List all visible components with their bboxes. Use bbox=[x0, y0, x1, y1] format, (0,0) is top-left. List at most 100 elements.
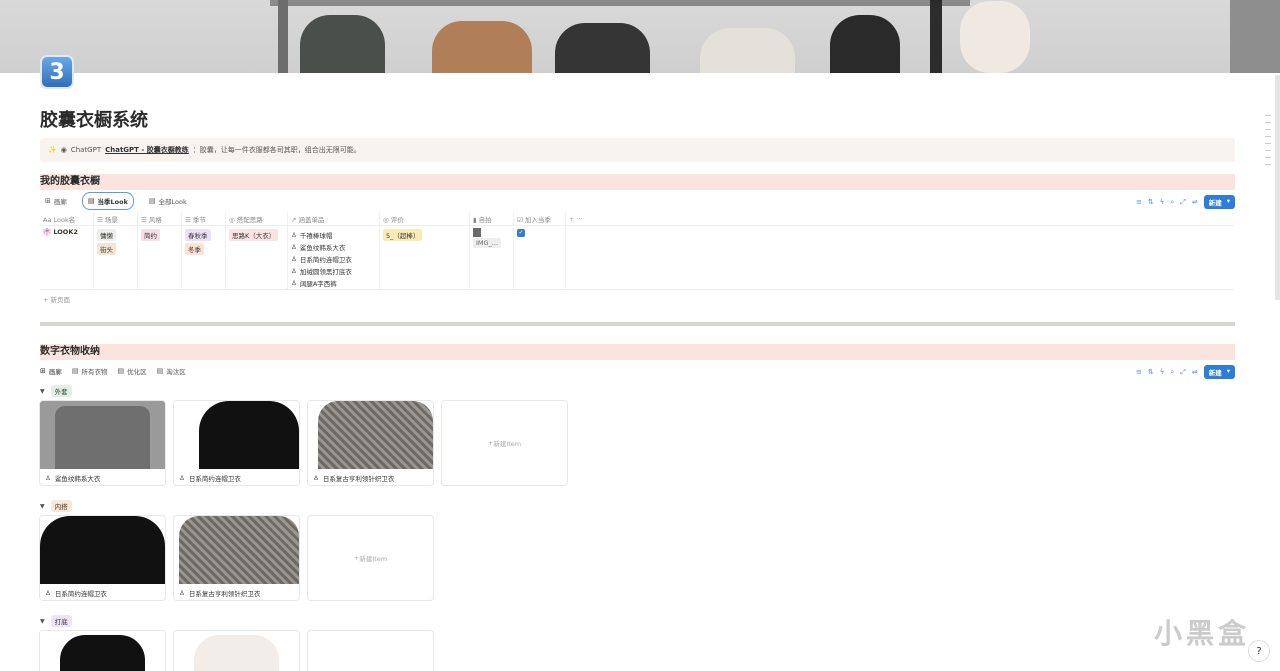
tab-optimize[interactable]: ▤ 优化区 bbox=[118, 363, 147, 379]
collapse-triangle-icon[interactable]: ▼ bbox=[40, 503, 45, 510]
col-selfie[interactable]: ▮ 自拍 bbox=[470, 211, 514, 226]
hanger-icon: ♙ bbox=[291, 243, 297, 251]
rating-cell[interactable]: 5_（超棒） bbox=[380, 226, 470, 289]
item-ref[interactable]: ♙ 鲨鱼纹韩系大衣 bbox=[291, 242, 376, 252]
grid-icon: ⊞ bbox=[45, 197, 51, 205]
col-items[interactable]: ↗ 涵盖单品 bbox=[288, 211, 380, 226]
clothing-card[interactable]: ♙ 日系简约连帽卫衣 bbox=[173, 400, 300, 486]
col-rating[interactable]: ◎ 评价 bbox=[380, 211, 470, 226]
table-icon: ▤ bbox=[87, 197, 95, 205]
filter-icon[interactable]: ≡ bbox=[1136, 368, 1142, 376]
storage-heading: 数字衣物收纳 bbox=[40, 344, 1235, 360]
cover-image bbox=[0, 0, 1280, 73]
style-cell[interactable]: 简约 bbox=[138, 226, 182, 289]
filter-icon[interactable]: ≡ bbox=[1136, 198, 1142, 206]
circle-icon: ◎ bbox=[229, 215, 237, 224]
idea-cell[interactable]: 思路K（大衣） bbox=[226, 226, 288, 289]
col-scene[interactable]: ☰ 场景 bbox=[94, 211, 138, 226]
col-in-season[interactable]: ☑ 加入当季 bbox=[514, 211, 566, 226]
sort-icon[interactable]: ⇅ bbox=[1148, 368, 1154, 376]
item-ref[interactable]: ♙ 千禧棒球帽 bbox=[291, 230, 376, 240]
lightning-icon[interactable]: ϟ bbox=[1160, 198, 1165, 206]
settings-icon[interactable]: ⇌ bbox=[1192, 198, 1198, 206]
new-item-card[interactable]: + 新建Item bbox=[441, 400, 568, 486]
in-season-cell[interactable]: ✓ bbox=[514, 226, 566, 289]
card-image bbox=[308, 401, 433, 469]
tab-current-look[interactable]: ▤ 当季Look bbox=[81, 192, 134, 210]
search-icon[interactable]: ⌕ bbox=[1170, 368, 1174, 377]
clothing-card[interactable] bbox=[173, 630, 300, 671]
ai-label: ChatGPT bbox=[70, 146, 102, 154]
selfie-thumbnail[interactable] bbox=[473, 228, 481, 237]
collapse-triangle-icon[interactable]: ▼ bbox=[40, 618, 45, 625]
item-ref[interactable]: ♙ 加绒圆领黑打底衣 bbox=[291, 266, 376, 276]
items-cell[interactable]: ♙ 千禧棒球帽 ♙ 鲨鱼纹韩系大衣 ♙ 日系简约连帽卫衣 ♙ 加绒圆领黑打底衣 ♙ 阔腿A… bbox=[288, 226, 380, 289]
tab-eliminate[interactable]: ▤ 淘汰区 bbox=[157, 363, 186, 379]
expand-icon[interactable]: ⤢ bbox=[1180, 198, 1186, 207]
col-style[interactable]: ☰ 风格 bbox=[138, 211, 182, 226]
wardrobe-heading: 我的胶囊衣橱 bbox=[40, 174, 1235, 190]
clothing-card[interactable]: ♙ 日系复古亨利领针织卫衣 bbox=[307, 400, 434, 486]
list-icon: ☰ bbox=[97, 215, 105, 224]
card-image bbox=[40, 401, 165, 469]
collapse-triangle-icon[interactable]: ▼ bbox=[40, 388, 45, 395]
outline-marks[interactable] bbox=[1265, 115, 1271, 165]
ai-icon: ◉ bbox=[60, 146, 67, 154]
scrollbar[interactable] bbox=[1275, 75, 1280, 300]
hanger-icon: ♙ bbox=[291, 231, 297, 239]
hanger-icon: ♙ bbox=[291, 279, 297, 287]
new-button[interactable]: 新建 ▾ bbox=[1203, 195, 1235, 209]
group-header[interactable]: ▼ 内搭 bbox=[40, 500, 72, 512]
checkbox-icon: ☑ bbox=[517, 215, 525, 224]
season-cell[interactable]: 春秋季 冬季 bbox=[182, 226, 226, 289]
watermark: 小黑盒 bbox=[1153, 617, 1250, 650]
page-emoji[interactable]: 3 bbox=[40, 55, 74, 89]
settings-icon[interactable]: ⇌ bbox=[1192, 368, 1198, 376]
new-button[interactable]: 新建 ▾ bbox=[1203, 365, 1235, 379]
tab-gallery[interactable]: ⊞ 画廊 bbox=[40, 193, 72, 209]
hanger-icon: ♙ bbox=[179, 589, 185, 597]
chevron-down-icon: ▾ bbox=[1226, 367, 1230, 375]
clothing-card[interactable]: ♙ 日系简约连帽卫衣 bbox=[39, 515, 166, 601]
callout-text: ：胶囊，让每一件衣服都各司其职，组合出无限可能。 bbox=[192, 146, 361, 154]
look-name-cell[interactable]: 👘 LOOK2 bbox=[40, 226, 94, 289]
clothing-card[interactable] bbox=[39, 630, 166, 671]
add-column-button[interactable]: + ··· bbox=[566, 213, 606, 225]
sort-icon[interactable]: ⇅ bbox=[1148, 198, 1154, 206]
list-icon: ☰ bbox=[141, 215, 149, 224]
clothing-card[interactable]: ♙ 日系复古亨利领针织卫衣 bbox=[173, 515, 300, 601]
col-idea[interactable]: ◎ 搭配思路 bbox=[226, 211, 288, 226]
table-header: Aa Look名 ☰ 场景 ☰ 风格 ☰ 季节 ◎ 搭配思路 ↗ 涵盖单品 ◎ … bbox=[40, 211, 1235, 226]
table-icon: ▤ bbox=[148, 197, 156, 205]
selfie-cell[interactable]: IMG_... bbox=[470, 226, 514, 289]
checkbox-checked[interactable]: ✓ bbox=[517, 229, 525, 237]
item-ref[interactable]: ♙ 阔腿A字西裤 bbox=[291, 278, 376, 288]
search-icon[interactable]: ⌕ bbox=[1170, 198, 1174, 207]
card-image bbox=[40, 631, 165, 671]
section-divider bbox=[40, 322, 1235, 326]
new-page-button[interactable]: + 新页面 bbox=[40, 294, 1235, 304]
help-icon[interactable]: ? bbox=[1248, 640, 1270, 662]
tab-gallery[interactable]: ⊞ 画廊 bbox=[40, 363, 62, 379]
col-look-name[interactable]: Aa Look名 bbox=[40, 211, 94, 226]
item-ref[interactable]: ♙ 日系简约连帽卫衣 bbox=[291, 254, 376, 264]
col-season[interactable]: ☰ 季节 bbox=[182, 211, 226, 226]
card-image bbox=[174, 631, 299, 671]
group-header[interactable]: ▼ 外套 bbox=[40, 385, 72, 397]
circle-icon: ◎ bbox=[383, 215, 391, 224]
text-icon: Aa bbox=[43, 215, 54, 224]
grid-icon: ⊞ bbox=[40, 367, 46, 375]
callout-link[interactable]: ChatGPT - 胶囊衣橱教练 bbox=[105, 145, 189, 155]
new-item-card[interactable]: + 新建Item bbox=[307, 515, 434, 601]
clothing-card[interactable]: ♙ 鲨鱼纹韩系大衣 bbox=[39, 400, 166, 486]
table-row[interactable]: 👘 LOOK2 慵懒 街头 简约 春秋季 冬季 思路K（大衣） ♙ 千禧棒球帽 ♙… bbox=[40, 226, 1235, 290]
tab-all-clothes[interactable]: ▤ 所有衣物 bbox=[72, 363, 108, 379]
expand-icon[interactable]: ⤢ bbox=[1180, 368, 1186, 377]
lightning-icon[interactable]: ϟ bbox=[1160, 368, 1165, 376]
tab-all-look[interactable]: ▤ 全部Look bbox=[144, 193, 192, 209]
scene-cell[interactable]: 慵懒 街头 bbox=[94, 226, 138, 289]
storage-toolbar: ≡ ⇅ ϟ ⌕ ⤢ ⇌ 新建 ▾ bbox=[1136, 365, 1235, 379]
hanger-icon: ♙ bbox=[45, 474, 51, 482]
new-item-card[interactable] bbox=[307, 630, 434, 671]
group-header[interactable]: ▼ 打底 bbox=[40, 615, 72, 627]
